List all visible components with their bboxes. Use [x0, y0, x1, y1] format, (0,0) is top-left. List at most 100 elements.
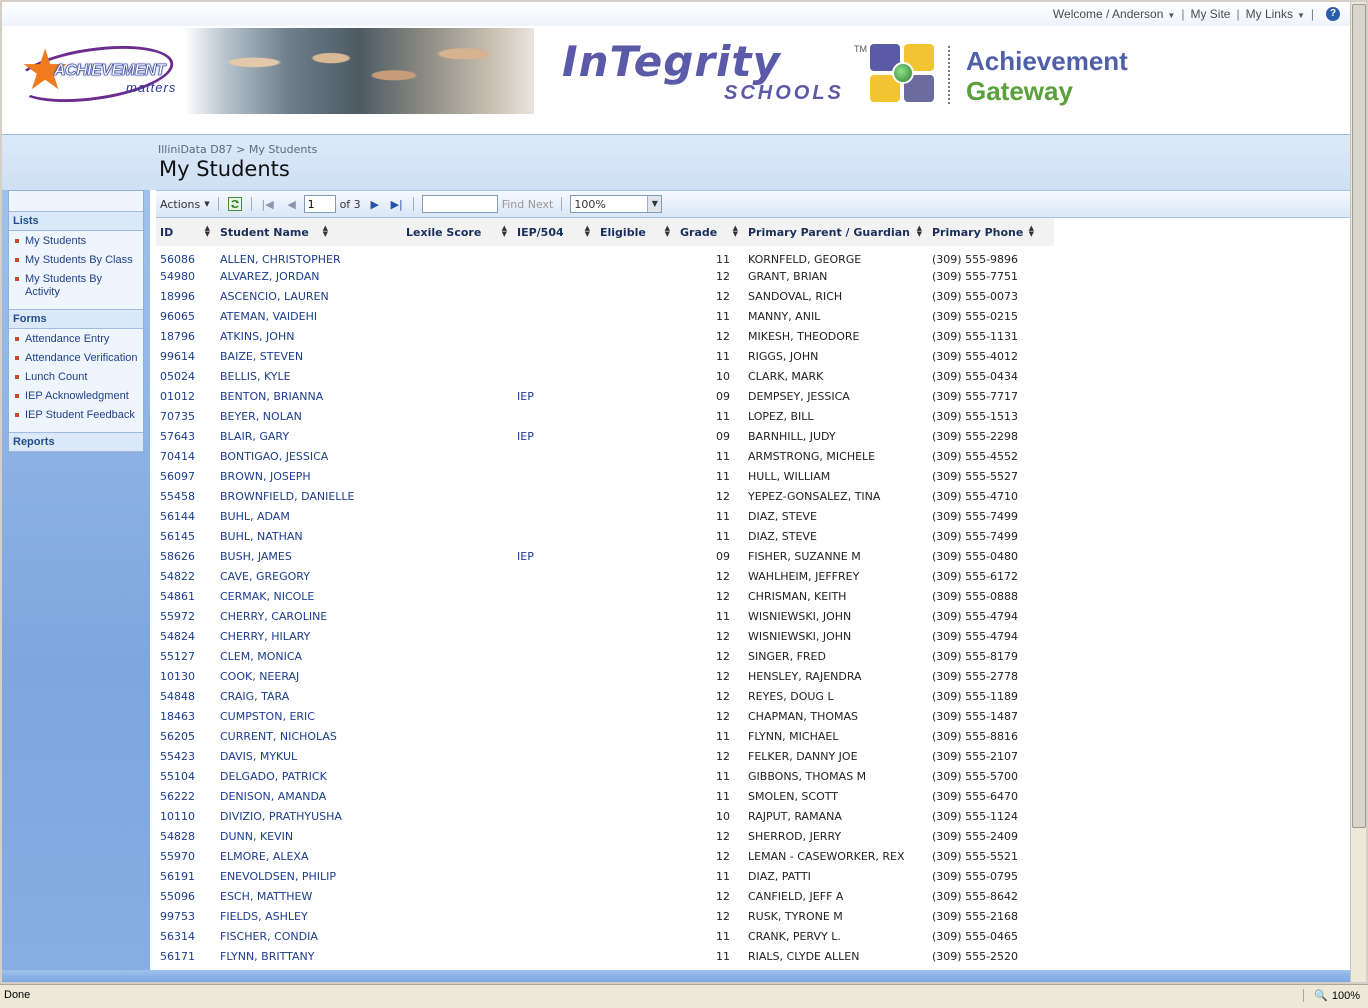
cell-id[interactable]: 56086	[156, 246, 216, 266]
cell-student-name[interactable]: BELLIS, KYLE	[216, 366, 402, 386]
cell-student-name[interactable]: ENEVOLDSEN, PHILIP	[216, 866, 402, 886]
nav-item-iep-student-feedback[interactable]: IEP Student Feedback	[9, 407, 143, 426]
cell-id[interactable]: 18463	[156, 706, 216, 726]
cell-id[interactable]: 70414	[156, 446, 216, 466]
nav-header-reports[interactable]: Reports	[9, 432, 143, 452]
zoom-control[interactable]: 🔍 100%	[1303, 989, 1360, 1002]
cell-id[interactable]: 54824	[156, 626, 216, 646]
cell-id[interactable]: 55096	[156, 886, 216, 906]
cell-id[interactable]: 58626	[156, 546, 216, 566]
cell-student-name[interactable]: BROWNFIELD, DANIELLE	[216, 486, 402, 506]
cell-id[interactable]: 56314	[156, 926, 216, 946]
cell-student-name[interactable]: BUHL, ADAM	[216, 506, 402, 526]
find-next-button[interactable]: Find Next	[502, 198, 554, 211]
cell-id[interactable]: 56097	[156, 466, 216, 486]
cell-student-name[interactable]: ELMORE, ALEXA	[216, 846, 402, 866]
column-header-id[interactable]: ID ▲ ▼	[156, 218, 216, 246]
cell-student-name[interactable]: CHERRY, CAROLINE	[216, 606, 402, 626]
cell-id[interactable]: 55972	[156, 606, 216, 626]
cell-id[interactable]: 10130	[156, 666, 216, 686]
column-header-primary-parent[interactable]: Primary Parent / Guardian ▲ ▼	[744, 218, 928, 246]
cell-student-name[interactable]: FLYNN, BRITTANY	[216, 946, 402, 966]
cell-student-name[interactable]: FIELDS, ASHLEY	[216, 906, 402, 926]
column-header-student-name[interactable]: Student Name ▲ ▼	[216, 218, 402, 246]
cell-student-name[interactable]: BONTIGAO, JESSICA	[216, 446, 402, 466]
nav-item-lunch-count[interactable]: Lunch Count	[9, 369, 143, 388]
actions-menu[interactable]: Actions ▼	[160, 198, 210, 211]
nav-item-attendance-verification[interactable]: Attendance Verification	[9, 350, 143, 369]
my-links-menu[interactable]: My Links ▼	[1246, 7, 1305, 21]
cell-student-name[interactable]: BAIZE, STEVEN	[216, 346, 402, 366]
cell-student-name[interactable]: CUMPSTON, ERIC	[216, 706, 402, 726]
cell-id[interactable]: 56191	[156, 866, 216, 886]
cell-id[interactable]: 54861	[156, 586, 216, 606]
cell-id[interactable]: 10110	[156, 806, 216, 826]
my-site-link[interactable]: My Site	[1190, 7, 1230, 21]
cell-id[interactable]: 57643	[156, 426, 216, 446]
nav-header-forms[interactable]: Forms	[9, 309, 143, 329]
cell-id[interactable]: 56205	[156, 726, 216, 746]
cell-id[interactable]: 56145	[156, 526, 216, 546]
welcome-menu[interactable]: Welcome / Anderson ▼	[1053, 7, 1175, 21]
previous-page-icon[interactable]: ◀	[284, 196, 300, 212]
cell-student-name[interactable]: FISCHER, CONDIA	[216, 926, 402, 946]
cell-id[interactable]: 55458	[156, 486, 216, 506]
cell-student-name[interactable]: BLAIR, GARY	[216, 426, 402, 446]
cell-student-name[interactable]: DIVIZIO, PRATHYUSHA	[216, 806, 402, 826]
cell-student-name[interactable]: CERMAK, NICOLE	[216, 586, 402, 606]
cell-student-name[interactable]: BUHL, NATHAN	[216, 526, 402, 546]
cell-id[interactable]: 05024	[156, 366, 216, 386]
cell-id[interactable]: 54980	[156, 266, 216, 286]
nav-header-lists[interactable]: Lists	[9, 211, 143, 231]
last-page-icon[interactable]: ▶|	[389, 196, 405, 212]
cell-student-name[interactable]: CRAIG, TARA	[216, 686, 402, 706]
cell-student-name[interactable]: ALVAREZ, JORDAN	[216, 266, 402, 286]
cell-id[interactable]: 55423	[156, 746, 216, 766]
cell-id[interactable]: 99753	[156, 906, 216, 926]
cell-id[interactable]: 99614	[156, 346, 216, 366]
cell-id[interactable]: 55104	[156, 766, 216, 786]
cell-student-name[interactable]: BUSH, JAMES	[216, 546, 402, 566]
cell-id[interactable]: 56171	[156, 946, 216, 966]
next-page-icon[interactable]: ▶	[367, 196, 383, 212]
cell-student-name[interactable]: CURRENT, NICHOLAS	[216, 726, 402, 746]
cell-student-name[interactable]: DENISON, AMANDA	[216, 786, 402, 806]
cell-student-name[interactable]: BENTON, BRIANNA	[216, 386, 402, 406]
cell-id[interactable]: 01012	[156, 386, 216, 406]
cell-student-name[interactable]: COOK, NEERAJ	[216, 666, 402, 686]
nav-item-attendance-entry[interactable]: Attendance Entry	[9, 331, 143, 350]
column-header-lexile-score[interactable]: Lexile Score ▲ ▼	[402, 218, 513, 246]
cell-student-name[interactable]: DUNN, KEVIN	[216, 826, 402, 846]
cell-id[interactable]: 54828	[156, 826, 216, 846]
column-header-iep-504[interactable]: IEP/504 ▲ ▼	[513, 218, 596, 246]
cell-student-name[interactable]: CHERRY, HILARY	[216, 626, 402, 646]
breadcrumb[interactable]: IlliniData D87 > My Students	[158, 143, 317, 156]
help-icon[interactable]: ?	[1326, 7, 1340, 21]
cell-student-name[interactable]: ASCENCIO, LAUREN	[216, 286, 402, 306]
cell-student-name[interactable]: ALLEN, CHRISTOPHER	[216, 246, 402, 266]
cell-student-name[interactable]: ESCH, MATTHEW	[216, 886, 402, 906]
cell-student-name[interactable]: BEYER, NOLAN	[216, 406, 402, 426]
cell-id[interactable]: 70735	[156, 406, 216, 426]
nav-item-my-students-by-class[interactable]: My Students By Class	[9, 252, 143, 271]
column-header-eligible[interactable]: Eligible ▲ ▼	[596, 218, 676, 246]
column-header-primary-phone[interactable]: Primary Phone ▲ ▼	[928, 218, 1054, 246]
cell-student-name[interactable]: CLEM, MONICA	[216, 646, 402, 666]
first-page-icon[interactable]: |◀	[260, 196, 276, 212]
nav-item-my-students-by-activity[interactable]: My Students By Activity	[9, 271, 143, 303]
cell-student-name[interactable]: BROWN, JOSEPH	[216, 466, 402, 486]
find-text-input[interactable]	[421, 195, 498, 213]
nav-item-my-students[interactable]: My Students	[9, 233, 143, 252]
refresh-icon[interactable]	[227, 196, 243, 212]
cell-id[interactable]: 54822	[156, 566, 216, 586]
column-header-grade[interactable]: Grade ▲ ▼	[676, 218, 744, 246]
cell-student-name[interactable]: DAVIS, MYKUL	[216, 746, 402, 766]
zoom-select[interactable]: 100% ▼	[570, 195, 663, 213]
cell-student-name[interactable]: CAVE, GREGORY	[216, 566, 402, 586]
page-number-input[interactable]	[303, 195, 336, 213]
cell-id[interactable]: 55127	[156, 646, 216, 666]
cell-student-name[interactable]: ATEMAN, VAIDEHI	[216, 306, 402, 326]
cell-id[interactable]: 18796	[156, 326, 216, 346]
cell-id[interactable]: 55970	[156, 846, 216, 866]
vertical-scrollbar[interactable]	[1350, 2, 1366, 982]
